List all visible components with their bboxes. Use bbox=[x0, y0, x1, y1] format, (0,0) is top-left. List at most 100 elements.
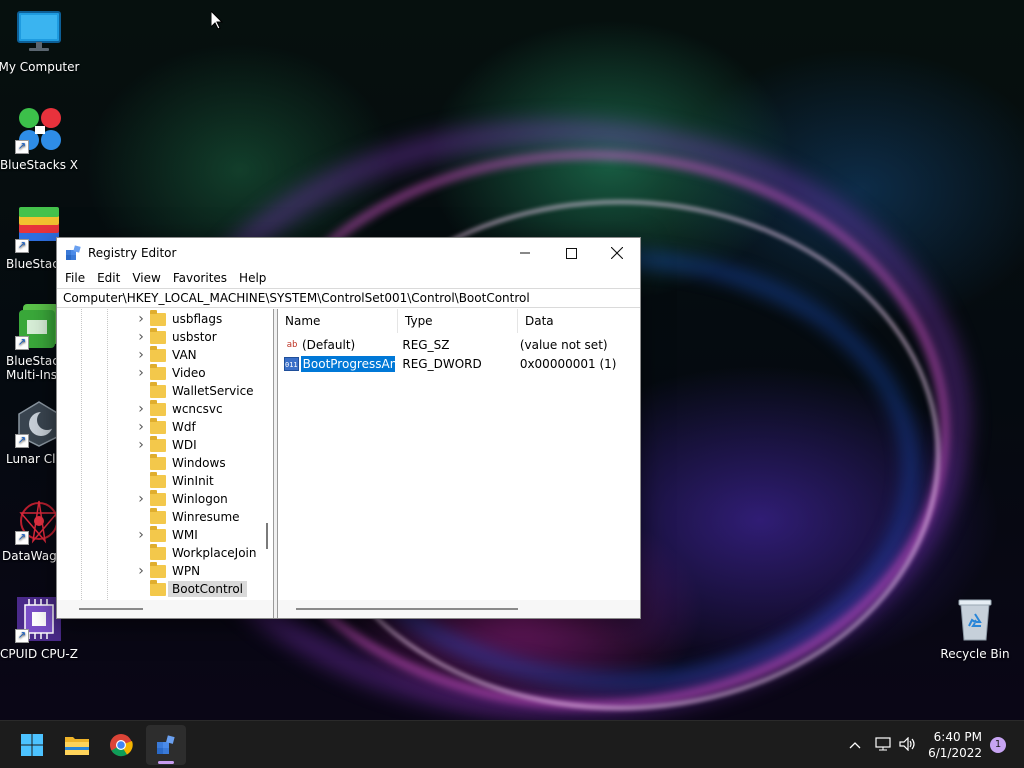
value-row[interactable]: ab (Default) REG_SZ (value not set) bbox=[278, 335, 640, 354]
tree-item[interactable]: WalletService bbox=[135, 381, 254, 400]
tree-item[interactable]: › usbstor bbox=[135, 327, 217, 346]
registry-editor-icon bbox=[157, 735, 175, 754]
value-name: BootProgressAn... bbox=[299, 355, 396, 372]
tree-item[interactable]: BootControl bbox=[135, 579, 247, 598]
tree-item-label: VAN bbox=[172, 348, 197, 362]
volume-icon[interactable] bbox=[896, 736, 920, 754]
folder-icon bbox=[150, 381, 166, 398]
scrollbar-thumb[interactable] bbox=[266, 523, 268, 549]
column-header-name[interactable]: Name bbox=[278, 309, 398, 333]
file-explorer-taskbar-button[interactable] bbox=[57, 725, 97, 765]
folder-icon bbox=[150, 327, 166, 344]
tree-item-label: Wdf bbox=[172, 420, 196, 434]
tree-item[interactable]: WinInit bbox=[135, 471, 214, 490]
chevron-right-icon[interactable]: › bbox=[135, 437, 147, 453]
window-title: Registry Editor bbox=[88, 246, 177, 260]
folder-icon bbox=[150, 435, 166, 452]
key-tree-pane[interactable]: › usbflags › usbstor › VAN › Video WalletService… bbox=[57, 309, 274, 618]
value-data: 0x00000001 (1) bbox=[519, 356, 617, 371]
list-header: Name Type Data bbox=[278, 309, 640, 333]
menu-favorites[interactable]: Favorites bbox=[168, 271, 232, 285]
value-type: REG_DWORD bbox=[402, 356, 482, 371]
tree-item[interactable]: › WDI bbox=[135, 435, 197, 454]
clock[interactable]: 6:40 PM 6/1/2022 bbox=[928, 729, 982, 761]
folder-icon bbox=[150, 309, 166, 326]
chrome-taskbar-button[interactable] bbox=[101, 725, 141, 765]
tree-item[interactable]: › WPN bbox=[135, 561, 201, 580]
registry-editor-taskbar-button[interactable] bbox=[146, 725, 186, 765]
registry-editor-window[interactable]: Registry Editor File Edit View Favorites… bbox=[56, 237, 641, 619]
string-value-icon: ab bbox=[286, 339, 298, 350]
tree-item[interactable]: › Video bbox=[135, 363, 206, 382]
shortcut-arrow-icon: ↗ bbox=[15, 629, 29, 643]
taskbar: 6:40 PM 6/1/2022 1 bbox=[0, 720, 1024, 768]
folder-icon bbox=[150, 525, 166, 542]
tree-item-label: Winresume bbox=[172, 510, 240, 524]
title-bar[interactable]: Registry Editor bbox=[57, 238, 640, 268]
chevron-right-icon[interactable]: › bbox=[135, 311, 147, 327]
desktop-icon-bluestacks-x[interactable]: ↗ BlueStacks X bbox=[0, 106, 81, 172]
folder-icon bbox=[150, 561, 166, 578]
chevron-up-icon bbox=[849, 742, 861, 749]
close-icon bbox=[611, 247, 623, 259]
shortcut-arrow-icon: ↗ bbox=[15, 140, 29, 154]
chevron-right-icon[interactable]: › bbox=[135, 329, 147, 345]
chevron-right-icon[interactable]: › bbox=[135, 347, 147, 363]
scrollbar-thumb[interactable] bbox=[296, 608, 518, 610]
desktop-icon-my-computer[interactable]: My Computer bbox=[0, 8, 81, 74]
menu-bar: File Edit View Favorites Help bbox=[57, 268, 640, 288]
chevron-right-icon[interactable]: › bbox=[135, 491, 147, 507]
tree-item-label: WDI bbox=[172, 438, 197, 452]
chevron-right-icon[interactable]: › bbox=[135, 563, 147, 579]
tree-item[interactable]: › Wdf bbox=[135, 417, 196, 436]
chevron-right-icon[interactable]: › bbox=[135, 419, 147, 435]
chevron-right-icon[interactable]: › bbox=[135, 527, 147, 543]
folder-icon bbox=[65, 737, 89, 755]
tree-item-label: WorkplaceJoin bbox=[172, 546, 257, 560]
show-hidden-icons-button[interactable] bbox=[844, 738, 866, 752]
tree-item-label: WPN bbox=[172, 564, 201, 578]
tree-item[interactable]: › Winlogon bbox=[135, 489, 228, 508]
values-list-pane[interactable]: Name Type Data ab (Default) REG_SZ (valu… bbox=[278, 309, 640, 618]
folder-icon bbox=[150, 579, 166, 596]
tree-item-label: Windows bbox=[172, 456, 226, 470]
clock-time: 6:40 PM bbox=[933, 730, 982, 744]
tree-item[interactable]: Winresume bbox=[135, 507, 240, 526]
close-button[interactable] bbox=[594, 238, 640, 268]
tree-item[interactable]: › wcncsvc bbox=[135, 399, 223, 418]
maximize-button[interactable] bbox=[548, 238, 594, 268]
value-type: REG_SZ bbox=[402, 337, 450, 352]
tree-item[interactable]: Windows bbox=[135, 453, 226, 472]
list-horizontal-scrollbar[interactable] bbox=[278, 600, 640, 618]
tree-item[interactable]: › WMI bbox=[135, 525, 198, 544]
start-button[interactable] bbox=[12, 725, 52, 765]
tree-item[interactable]: › VAN bbox=[135, 345, 197, 364]
notification-badge[interactable]: 1 bbox=[990, 737, 1006, 753]
tree-vertical-scrollbar[interactable] bbox=[261, 309, 273, 600]
tree-item[interactable]: WorkplaceJoin bbox=[135, 543, 257, 562]
chevron-right-icon[interactable]: › bbox=[135, 401, 147, 417]
value-name: (Default) bbox=[302, 337, 356, 352]
tree-item[interactable]: › usbflags bbox=[135, 309, 223, 328]
menu-file[interactable]: File bbox=[60, 271, 90, 285]
tree-horizontal-scrollbar[interactable] bbox=[57, 600, 273, 618]
chevron-right-icon[interactable]: › bbox=[135, 365, 147, 381]
network-icon[interactable] bbox=[870, 736, 896, 754]
menu-edit[interactable]: Edit bbox=[92, 271, 125, 285]
column-header-data[interactable]: Data bbox=[518, 309, 638, 333]
column-header-type[interactable]: Type bbox=[398, 309, 518, 333]
value-row[interactable]: 011 BootProgressAn... REG_DWORD 0x000000… bbox=[278, 354, 640, 373]
shortcut-arrow-icon: ↗ bbox=[15, 239, 29, 253]
menu-help[interactable]: Help bbox=[234, 271, 271, 285]
windows-logo-icon bbox=[21, 734, 43, 756]
desktop-icon-recycle-bin[interactable]: Recycle Bin bbox=[938, 596, 1012, 661]
minimize-button[interactable] bbox=[502, 238, 548, 268]
menu-view[interactable]: View bbox=[127, 271, 165, 285]
address-path[interactable]: Computer\HKEY_LOCAL_MACHINE\SYSTEM\Contr… bbox=[63, 291, 530, 305]
tree-item-label: usbflags bbox=[172, 312, 223, 326]
value-data: (value not set) bbox=[519, 337, 608, 352]
scrollbar-thumb[interactable] bbox=[79, 608, 143, 610]
address-bar[interactable]: Computer\HKEY_LOCAL_MACHINE\SYSTEM\Contr… bbox=[57, 288, 640, 308]
folder-icon bbox=[150, 453, 166, 470]
tree-guide-line bbox=[81, 309, 82, 600]
